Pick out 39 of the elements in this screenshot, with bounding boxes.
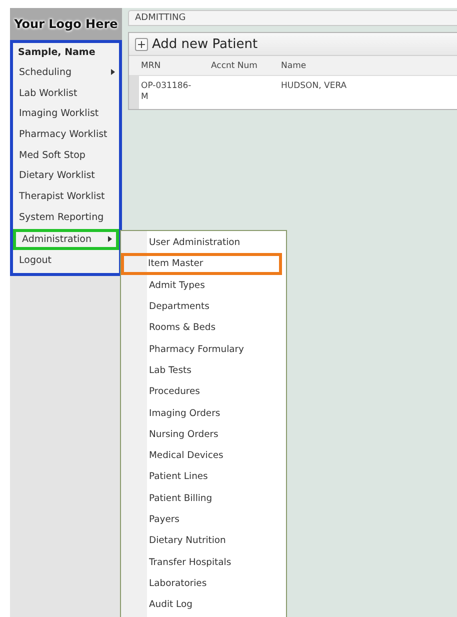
table-cell-text: HUDSON, VERA [280, 80, 348, 93]
submenu-item[interactable]: Payers [121, 508, 286, 530]
submenu-item[interactable]: Audit Log [121, 594, 286, 616]
menu-item[interactable]: Scheduling [13, 62, 119, 83]
logo-text: Your Logo Here [14, 17, 118, 31]
submenu-item[interactable]: Dietary Nutrition [121, 530, 286, 552]
submenu-item[interactable]: User Administration [121, 232, 286, 254]
submenu-item[interactable]: Procedures [121, 381, 286, 402]
column-header[interactable]: Accnt Num [209, 56, 279, 75]
submenu-item[interactable]: Transfer Hospitals [121, 551, 286, 573]
submenu-item[interactable]: Item Master [121, 253, 282, 275]
submenu-item[interactable]: Admit Types [121, 274, 286, 296]
submenu-item[interactable]: Patient Billing [121, 488, 286, 509]
column-header[interactable]: Name [279, 56, 457, 75]
user-name: Sample, Name [17, 46, 96, 60]
menu-item[interactable]: Lab Worklist [13, 82, 119, 104]
menu-item[interactable]: Pharmacy Worklist [13, 124, 119, 145]
submenu-item[interactable]: Lab Tests [121, 360, 286, 382]
column-header[interactable]: MRN [139, 56, 209, 75]
submenu-item[interactable]: Departments [121, 296, 286, 318]
submenu-item[interactable]: Imaging Orders [121, 402, 286, 424]
panel-title: Add new Patient [152, 36, 258, 52]
menu-item[interactable]: System Reporting [13, 206, 119, 228]
submenu-item[interactable]: Medical Devices [121, 444, 286, 466]
menu-item[interactable]: Dietary Worklist [13, 165, 119, 186]
submenu-item[interactable]: Patient Lines [121, 466, 286, 488]
menu-item[interactable]: Imaging Worklist [13, 103, 119, 124]
row-marker[interactable] [129, 76, 139, 109]
submenu-item[interactable]: Nursing Orders [121, 424, 286, 445]
menu-item[interactable]: Med Soft Stop [13, 144, 119, 166]
submenu-item[interactable]: Rooms & Beds [121, 317, 286, 338]
submenu-item[interactable]: Pharmacy Formulary [121, 338, 286, 360]
menu-item[interactable]: Therapist Worklist [13, 186, 119, 207]
menu-item[interactable]: Administration [13, 228, 119, 250]
add-button[interactable]: + [135, 38, 148, 50]
table-cell-text: OP-031186-M [140, 80, 192, 104]
menu-item[interactable]: Logout [13, 250, 119, 272]
admitting-tab[interactable]: ADMITTING [128, 10, 457, 26]
submenu-item[interactable]: Laboratories [121, 572, 286, 594]
